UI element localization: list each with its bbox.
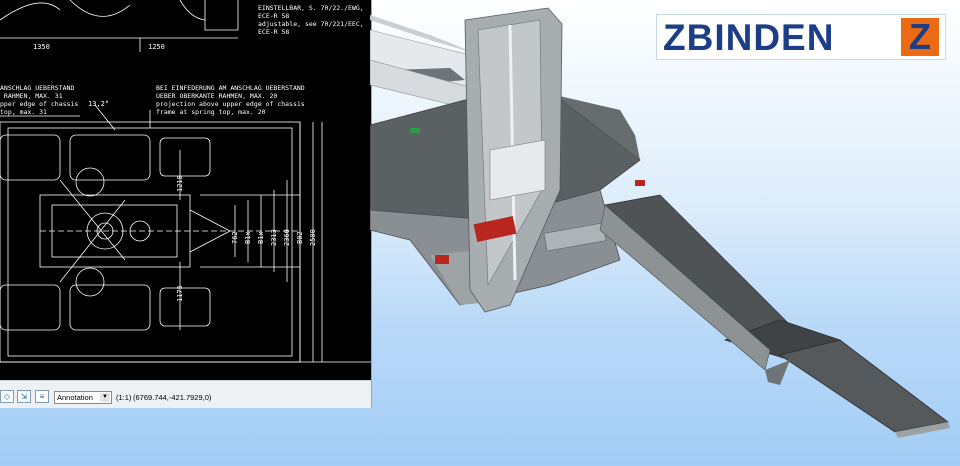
- annotation-scale-value: Annotation: [57, 393, 93, 402]
- dimension-2500: 2500: [309, 229, 317, 246]
- dimension-762: 762: [231, 231, 239, 244]
- rear-light: [435, 255, 449, 264]
- dimension-2360: 2360: [283, 229, 291, 246]
- ramp-foot: [765, 360, 790, 385]
- dimension-1350: 1350: [33, 43, 50, 51]
- green-marker: [410, 128, 420, 133]
- cad-window: EINSTELLBAR, S. 70/22./EWG, ECE-R 58 adj…: [0, 0, 372, 408]
- dimension-1175: 1175: [176, 285, 184, 302]
- dimension-1218: 1218: [176, 175, 184, 192]
- side-marker-light: [635, 180, 645, 186]
- scale-readout: (1:1): [116, 393, 132, 402]
- note-adjustable: EINSTELLBAR, S. 70/22./EWG, ECE-R 58 adj…: [258, 4, 364, 36]
- dimension-b02: B02: [296, 231, 304, 244]
- dimension-b1x-outer: B1x: [257, 231, 265, 244]
- dimension-angle: 13,2°: [88, 100, 110, 108]
- note-stop-projection-left: ANSCHLAG UEBERSTAND RAHMEN, MAX. 31 pper…: [0, 84, 79, 116]
- coordinate-readout: (6769.744,-421.7929,0): [133, 393, 212, 402]
- dimension-2313: 2313: [270, 229, 278, 246]
- technical-drawing: [0, 0, 371, 363]
- add-scale-icon[interactable]: ≡: [35, 390, 49, 403]
- trailer-3d-render: [370, 7, 950, 438]
- dropdown-arrow-icon[interactable]: ▼: [100, 393, 110, 402]
- drawing-canvas[interactable]: EINSTELLBAR, S. 70/22./EWG, ECE-R 58 adj…: [0, 0, 371, 380]
- annotation-scale-icon[interactable]: ⇲: [17, 390, 31, 403]
- annotation-scale-dropdown[interactable]: Annotation ▼: [54, 391, 112, 404]
- ramp-section-2: [779, 339, 949, 433]
- dimension-b1x-inner: B1x: [244, 231, 252, 244]
- annotation-visibility-icon[interactable]: ◇: [0, 390, 14, 403]
- note-spring-projection: BEI EINFEDERUNG AM ANSCHLAG UEBERSTAND U…: [156, 84, 305, 116]
- status-bar: ◇ ⇲ ≡ Annotation ▼ (1:1) (6769.744,-421.…: [0, 380, 371, 408]
- column-label-plate: [489, 139, 546, 201]
- dimension-1250: 1250: [148, 43, 165, 51]
